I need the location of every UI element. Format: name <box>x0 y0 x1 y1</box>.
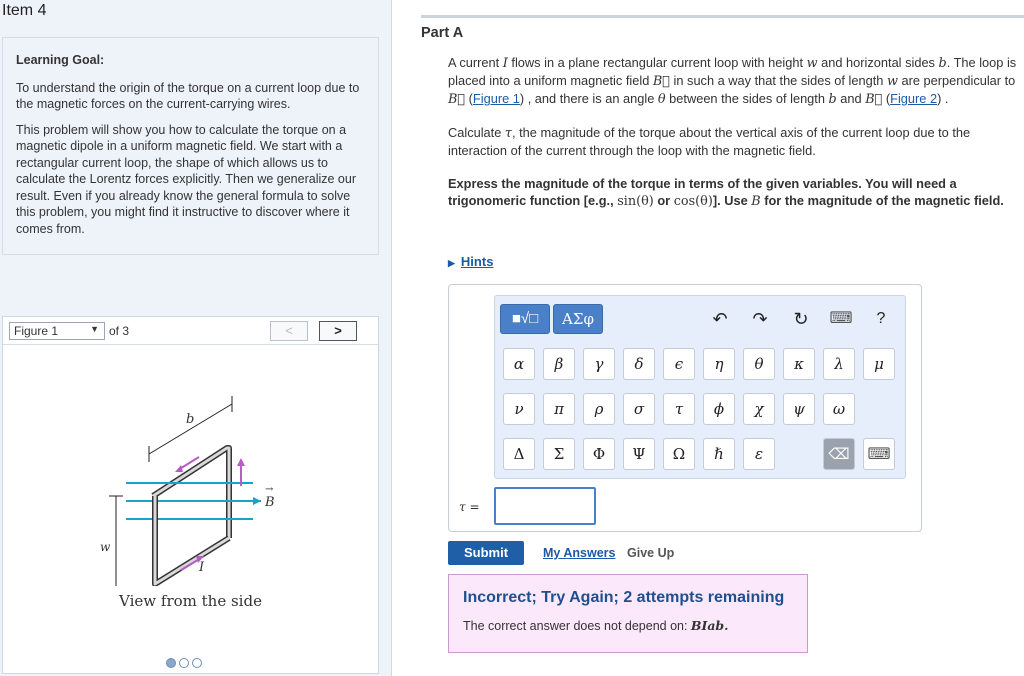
key-rho[interactable]: ρ <box>583 393 615 425</box>
next-figure-button[interactable]: > <box>319 321 357 341</box>
key-alpha[interactable]: α <box>503 348 535 380</box>
templates-button[interactable]: ■√□ <box>500 304 550 334</box>
key-chi[interactable]: χ <box>743 393 775 425</box>
current-loop-front-inner <box>153 496 230 586</box>
key-lambda[interactable]: λ <box>823 348 855 380</box>
vector-arrow-icon: → <box>265 484 274 495</box>
answer-label: τ = <box>459 500 480 514</box>
current-loop-front <box>152 496 231 586</box>
hints-label: Hints <box>460 254 494 269</box>
submit-button[interactable]: Submit <box>448 541 524 565</box>
reset-icon[interactable]: ↻ <box>789 308 813 332</box>
key-sigma[interactable]: σ <box>623 393 655 425</box>
key-theta[interactable]: θ <box>743 348 775 380</box>
part-title: Part A <box>421 25 464 41</box>
current-arrowhead-top <box>175 465 183 472</box>
key-kappa[interactable]: κ <box>783 348 815 380</box>
key-hbar[interactable]: ℏ <box>703 438 735 470</box>
field-arrowhead <box>253 497 261 505</box>
keyboard-icon[interactable]: ⌨ <box>829 308 853 332</box>
key-capital-delta[interactable]: Δ <box>503 438 535 470</box>
problem-statement: A current I flows in a plane rectangular… <box>448 54 1018 226</box>
keyboard-toggle-icon[interactable]: ⌨ <box>863 438 895 470</box>
problem-paragraph-2: Calculate τ, the magnitude of the torque… <box>448 125 971 158</box>
key-gamma[interactable]: γ <box>583 348 615 380</box>
page-dot-3[interactable] <box>192 658 202 668</box>
feedback-message: The correct answer does not depend on: B… <box>463 618 729 633</box>
my-answers-link[interactable]: My Answers <box>543 546 615 560</box>
key-pi[interactable]: π <box>543 393 575 425</box>
key-delta[interactable]: δ <box>623 348 655 380</box>
key-tau[interactable]: τ <box>663 393 695 425</box>
learning-goal-para-1: To understand the origin of the torque o… <box>16 80 360 112</box>
item-title: Item 4 <box>2 2 47 19</box>
key-capital-psi[interactable]: Ψ <box>623 438 655 470</box>
divider <box>421 15 1024 18</box>
chevron-down-icon: ▼ <box>90 324 99 334</box>
help-icon[interactable]: ? <box>869 308 893 332</box>
hints-toggle[interactable]: ▶ Hints <box>448 254 493 269</box>
left-panel: Item 4 Learning Goal: To understand the … <box>0 0 392 676</box>
redo-icon[interactable]: ↷ <box>748 308 772 332</box>
figure-pagination <box>166 655 205 673</box>
figure-count: of 3 <box>109 324 130 338</box>
learning-goal-title: Learning Goal: <box>16 53 105 67</box>
backspace-icon[interactable]: ⌫ <box>823 438 855 470</box>
key-nu[interactable]: ν <box>503 393 535 425</box>
figure-diagram: b B → I w <box>100 396 275 586</box>
key-capital-sigma[interactable]: Σ <box>543 438 575 470</box>
B-label: B <box>264 495 275 510</box>
figure-select-value: Figure 1 <box>14 324 59 338</box>
problem-instructions: Express the magnitude of the torque in t… <box>448 176 1004 209</box>
problem-paragraph-1: A current I flows in a plane rectangular… <box>448 55 1017 107</box>
key-psi[interactable]: ψ <box>783 393 815 425</box>
key-epsilon[interactable]: ϵ <box>663 348 695 380</box>
key-capital-phi[interactable]: Φ <box>583 438 615 470</box>
page-dot-2[interactable] <box>179 658 189 668</box>
learning-goal-para-2: This problem will show you how to calcul… <box>16 122 356 236</box>
answer-panel: ■√□ ΑΣφ ↶ ↷ ↻ ⌨ ? α β γ δ ϵ η θ κ λ μ ν … <box>448 284 922 532</box>
figure-1-link[interactable]: Figure 1 <box>473 91 520 106</box>
feedback-variables: BIab. <box>690 618 729 633</box>
feedback-box: Incorrect; Try Again; 2 attempts remaini… <box>448 574 808 653</box>
figure-select[interactable]: Figure 1 ▼ <box>9 322 105 340</box>
give-up-link[interactable]: Give Up <box>627 546 674 560</box>
key-omega[interactable]: ω <box>823 393 855 425</box>
greek-letters-button[interactable]: ΑΣφ <box>553 304 603 334</box>
learning-goal-box: Learning Goal: To understand the origin … <box>2 37 379 255</box>
undo-icon[interactable]: ↶ <box>708 308 732 332</box>
key-phi[interactable]: ϕ <box>703 393 735 425</box>
figure-panel: Figure 1 ▼ of 3 < > b B → I w View from … <box>2 316 379 674</box>
figure-caption: View from the side <box>119 592 262 610</box>
figure-2-link[interactable]: Figure 2 <box>890 91 937 106</box>
key-beta[interactable]: β <box>543 348 575 380</box>
key-varepsilon[interactable]: ε <box>743 438 775 470</box>
feedback-title: Incorrect; Try Again; 2 attempts remaini… <box>463 589 785 606</box>
b-label: b <box>186 412 194 427</box>
previous-figure-button[interactable]: < <box>270 321 308 341</box>
key-capital-omega[interactable]: Ω <box>663 438 695 470</box>
answer-input[interactable] <box>494 487 596 525</box>
key-mu[interactable]: μ <box>863 348 895 380</box>
chevron-right-icon: ▶ <box>448 258 455 268</box>
I-label: I <box>198 560 205 575</box>
figure-toolbar: Figure 1 ▼ of 3 < > <box>3 317 378 345</box>
key-eta[interactable]: η <box>703 348 735 380</box>
w-label: w <box>100 540 111 554</box>
page-dot-1[interactable] <box>166 658 176 668</box>
math-palette: ■√□ ΑΣφ ↶ ↷ ↻ ⌨ ? α β γ δ ϵ η θ κ λ μ ν … <box>494 295 906 479</box>
current-arrowhead-side <box>237 458 245 466</box>
